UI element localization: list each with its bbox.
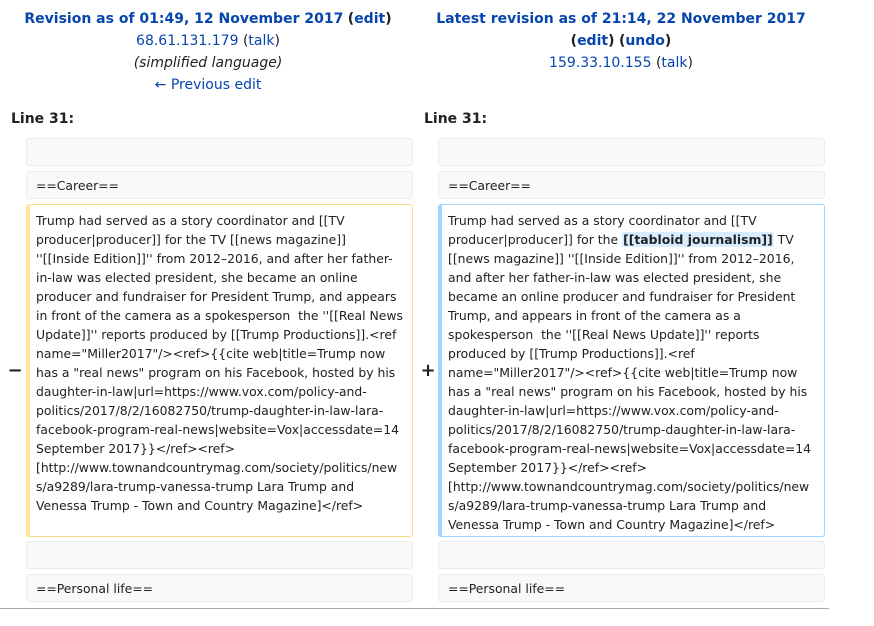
added-line-marker: + xyxy=(420,360,436,381)
left-context-blank-bottom xyxy=(26,541,413,569)
left-edit-link[interactable]: edit xyxy=(354,11,385,27)
left-context-career-heading: ==Career== xyxy=(26,171,413,199)
undo-link[interactable]: undo xyxy=(625,33,665,49)
right-talk-link[interactable]: talk xyxy=(661,55,687,71)
right-line-number: Line 31: xyxy=(424,111,488,127)
left-context-personal-heading: ==Personal life== xyxy=(26,574,413,602)
left-edit-summary: (simplified language) xyxy=(133,55,283,71)
right-revision-title[interactable]: Latest revision as of 21:14, 22 November… xyxy=(436,11,806,27)
added-text-after: TV [[news magazine]] ''[[Inside Edition]… xyxy=(448,232,816,532)
right-revision-header: Latest revision as of 21:14, 22 November… xyxy=(436,11,806,71)
left-revision-title[interactable]: Revision as of 01:49, 12 November 2017 xyxy=(24,11,343,27)
right-context-blank-bottom xyxy=(438,541,825,569)
diff-bottom-divider xyxy=(0,608,829,609)
left-deleted-line: Trump had served as a story coordinator … xyxy=(26,204,413,537)
right-context-career-heading: ==Career== xyxy=(438,171,825,199)
inserted-text-highlight: [[tabloid journalism]] xyxy=(622,232,774,247)
left-context-blank-top xyxy=(26,138,413,166)
right-user-link[interactable]: 159.33.10.155 xyxy=(549,55,651,71)
left-line-number: Line 31: xyxy=(11,111,75,127)
deleted-line-marker: − xyxy=(7,360,23,381)
right-context-personal-heading: ==Personal life== xyxy=(438,574,825,602)
right-context-blank-top xyxy=(438,138,825,166)
left-user-link[interactable]: 68.61.131.179 xyxy=(136,33,238,49)
left-talk-link[interactable]: talk xyxy=(248,33,274,49)
right-edit-link[interactable]: edit xyxy=(577,33,608,49)
left-revision-header: Revision as of 01:49, 12 November 2017 (… xyxy=(0,8,416,96)
right-added-line: Trump had served as a story coordinator … xyxy=(438,204,825,537)
previous-edit-link[interactable]: ← Previous edit xyxy=(155,77,262,93)
